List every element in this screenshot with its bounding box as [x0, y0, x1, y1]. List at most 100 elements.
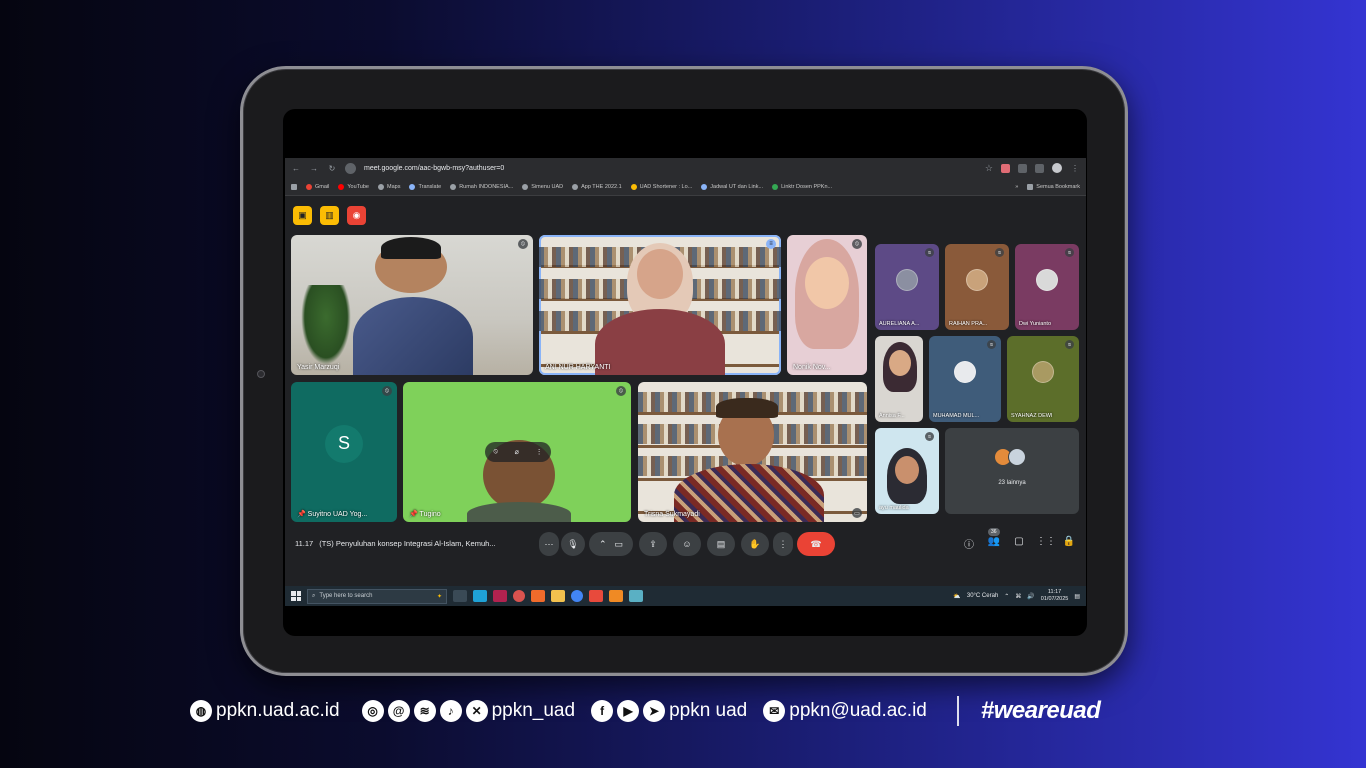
- bookmark-linktr[interactable]: Linktr Dosen PPKn...: [772, 183, 832, 190]
- camera-off-indicator-icon[interactable]: ▣: [293, 206, 312, 225]
- instagram-icon[interactable]: ◎: [361, 700, 384, 722]
- file-explorer-icon[interactable]: [551, 590, 565, 602]
- weather-text[interactable]: 30°C Cerah: [967, 593, 998, 599]
- brave-icon[interactable]: [531, 590, 545, 602]
- taskbar-search[interactable]: ⌕ Type here to search ✦: [307, 588, 447, 604]
- bookmark-maps[interactable]: Maps: [378, 183, 400, 190]
- raise-hand-button[interactable]: ✋: [741, 532, 769, 556]
- bookmark-star-icon[interactable]: ☆: [985, 163, 993, 174]
- all-bookmarks-folder[interactable]: Semua Bookmark: [1027, 183, 1080, 190]
- participant-tile-aureliana[interactable]: ⦸ AURELIANA A...: [875, 244, 939, 330]
- spotify-icon[interactable]: ≋: [413, 700, 436, 722]
- captions-icon: ▤: [716, 538, 726, 549]
- bookmark-simenu[interactable]: Simenu UAD: [522, 183, 563, 190]
- bookmark-translate[interactable]: Translate: [409, 183, 441, 190]
- reload-icon[interactable]: ↻: [327, 164, 337, 173]
- participant-name: RAIHAN PRA...: [949, 321, 988, 327]
- facebook-icon[interactable]: f: [591, 700, 614, 722]
- task-view-icon[interactable]: [453, 590, 467, 602]
- email-link[interactable]: ppkn@uad.ac.id: [789, 700, 927, 722]
- profile-avatar[interactable]: [1052, 163, 1062, 173]
- social-name-text: ppkn uad: [669, 700, 748, 721]
- participant-tile-trisna[interactable]: ▭ Trisna Sukmayadi: [638, 382, 867, 522]
- participant-tile-tugino[interactable]: ⦸ ⌀ ⋮ ⦸ 📌 Tugino: [403, 382, 631, 522]
- app-icon-m[interactable]: [493, 590, 507, 602]
- windows-start-icon[interactable]: [291, 591, 301, 601]
- captions-button[interactable]: ▤: [707, 532, 735, 556]
- info-icon[interactable]: ⓘ: [961, 536, 977, 551]
- download-icon[interactable]: [1035, 163, 1044, 173]
- tray-chevron-icon[interactable]: ⌃: [1004, 593, 1009, 600]
- camera-icon: ▭: [614, 538, 624, 549]
- present-button[interactable]: ⇪: [639, 532, 667, 556]
- search-highlight-icon: ✦: [436, 593, 442, 600]
- site-info-icon[interactable]: [345, 162, 356, 174]
- participant-tile-nonik[interactable]: ⦸ Nonik Nov...: [787, 235, 867, 375]
- mic-off-icon[interactable]: ⌀: [515, 448, 519, 456]
- app-icon-red[interactable]: [589, 590, 603, 602]
- taskbar-clock[interactable]: 11:17 01/07/2025: [1041, 589, 1069, 603]
- participant-tile-muhamad[interactable]: ⦸ MUHAMAD MUL...: [929, 336, 1001, 422]
- people-count-badge: 36: [988, 528, 1000, 536]
- participant-tile-annisa[interactable]: Annisa F...: [875, 336, 923, 422]
- weather-icon[interactable]: ⛅: [953, 593, 960, 600]
- forward-icon[interactable]: →: [309, 164, 319, 173]
- participant-tile-ayu[interactable]: ⦸ ayu maulida: [875, 428, 939, 514]
- people-button[interactable]: 36 👥: [986, 528, 1002, 547]
- app-icon-teal[interactable]: [629, 590, 643, 602]
- edge-icon[interactable]: [473, 590, 487, 602]
- youtube-icon[interactable]: ▶: [617, 700, 640, 722]
- bookmark-uad-shortener[interactable]: UAD Shortener : Lo...: [630, 183, 692, 190]
- participant-tile-dwi[interactable]: ⦸ Dwi Yunianto: [1015, 244, 1079, 330]
- participant-tile-ani[interactable]: ≡ ANI NUR HARYANTI: [539, 235, 781, 375]
- more-options-button[interactable]: ⋮: [773, 532, 793, 556]
- avatar: [1032, 361, 1054, 384]
- menu-dots-icon[interactable]: ⋮: [1070, 164, 1080, 173]
- chevron-up-icon: ⌃: [598, 538, 607, 549]
- more-bookmarks-chevron[interactable]: »: [1015, 184, 1018, 190]
- meeting-info: 11.17 (TS) Penyuluhan konsep Integrasi Al…: [295, 538, 496, 548]
- host-controls-lock-icon[interactable]: 🔒: [1061, 536, 1077, 547]
- bookmark-jadwal[interactable]: Jadwal UT dan Link...: [701, 183, 763, 190]
- participant-tile-yasir[interactable]: ⦸ Yasir Marzuqi: [291, 235, 533, 375]
- tiktok-icon[interactable]: ♪: [439, 700, 462, 722]
- avatar: [1036, 269, 1058, 292]
- mic-button[interactable]: 🎙: [561, 532, 585, 556]
- bookmark-app-the[interactable]: App THE 2022.1: [572, 183, 622, 190]
- threads-icon[interactable]: @: [387, 700, 410, 722]
- address-field[interactable]: meet.google.com/aac-bgwb-msy?authuser=0: [364, 165, 977, 172]
- bookmark-gmail[interactable]: Gmail: [306, 183, 329, 190]
- chat-icon[interactable]: ▢: [1011, 536, 1027, 547]
- mail-icon: ✉: [763, 700, 786, 722]
- extension-icon[interactable]: [1001, 163, 1010, 173]
- chrome-icon[interactable]: [571, 590, 583, 602]
- more-actions-button[interactable]: ⋯: [539, 532, 559, 556]
- mute-participant-icon[interactable]: ⦸: [493, 448, 498, 456]
- participant-tile-suyitno[interactable]: S ⦸ 📌 Suyitno UAD Yog...: [291, 382, 397, 522]
- avatar: [966, 269, 988, 292]
- others-tile[interactable]: 23 lainnya: [945, 428, 1079, 514]
- reactions-button[interactable]: ☺: [673, 532, 701, 556]
- notifications-icon[interactable]: ▤: [1074, 593, 1080, 600]
- volume-icon[interactable]: 🔊: [1027, 593, 1034, 600]
- back-icon[interactable]: ←: [291, 164, 301, 173]
- apps-grid-icon[interactable]: [291, 183, 297, 190]
- network-icon[interactable]: ⌘: [1015, 593, 1021, 600]
- puzzle-icon[interactable]: [1018, 163, 1027, 173]
- participant-tile-raihan[interactable]: ⦸ RAIHAN PRA...: [945, 244, 1009, 330]
- more-options-icon[interactable]: ⋮: [536, 448, 543, 456]
- bookmark-rumah[interactable]: Rumah INDONESIA...: [450, 183, 513, 190]
- x-icon[interactable]: ✕: [465, 700, 488, 722]
- activities-icon[interactable]: ⋮⋮: [1036, 536, 1056, 547]
- telegram-icon[interactable]: ➤: [643, 700, 666, 722]
- leave-call-button[interactable]: ☎: [797, 532, 835, 556]
- bookmark-youtube[interactable]: YouTube: [338, 183, 369, 190]
- website-link[interactable]: ppkn.uad.ac.id: [216, 700, 340, 722]
- recording-icon[interactable]: ◉: [347, 206, 366, 225]
- participant-tile-syahnaz[interactable]: ⦸ SYAHNAZ DEWI: [1007, 336, 1079, 422]
- camera-button[interactable]: ⌃ ▭: [589, 532, 633, 556]
- app-icon-orange[interactable]: [609, 590, 623, 602]
- app-icon-record[interactable]: [513, 590, 525, 602]
- tablet-screen: ← → ↻ meet.google.com/aac-bgwb-msy?authu…: [283, 109, 1087, 636]
- host-controls-icon[interactable]: ▥: [320, 206, 339, 225]
